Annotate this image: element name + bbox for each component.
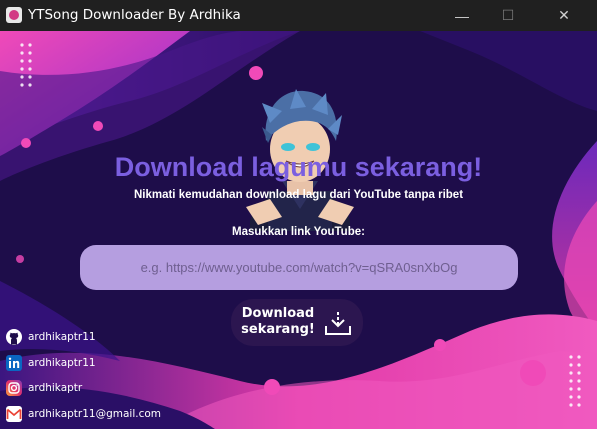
github-handle: ardhikaptr11 xyxy=(28,331,96,343)
linkedin-icon xyxy=(6,355,22,371)
maximize-button[interactable]: ☐ xyxy=(485,0,531,31)
app-window: YTSong Downloader By Ardhika — ☐ ✕ Downl… xyxy=(0,0,597,429)
instagram-handle: ardhikaptr xyxy=(28,382,83,394)
url-input-label: Masukkan link YouTube: xyxy=(232,226,365,238)
gmail-address: ardhikaptr11@gmail.com xyxy=(28,408,162,420)
download-button-label: Download sekarang! xyxy=(241,306,315,337)
github-icon xyxy=(6,329,22,345)
close-button[interactable]: ✕ xyxy=(541,0,587,31)
social-github[interactable]: ardhikaptr11 xyxy=(6,329,96,345)
linkedin-handle: ardhikaptr11 xyxy=(28,357,96,369)
download-icon xyxy=(325,312,351,335)
social-gmail[interactable]: ardhikaptr11@gmail.com xyxy=(6,406,161,422)
window-title: YTSong Downloader By Ardhika xyxy=(28,7,241,23)
social-instagram[interactable]: ardhikaptr xyxy=(6,380,82,396)
download-button[interactable]: Download sekarang! xyxy=(231,299,363,346)
youtube-url-input[interactable] xyxy=(80,245,518,290)
page-heading: Download lagumu sekarang! xyxy=(114,152,483,182)
gmail-icon xyxy=(6,406,22,422)
main-panel: Download lagumu sekarang! Nikmati kemuda… xyxy=(0,31,597,429)
page-subtitle: Nikmati kemudahan download lagu dari You… xyxy=(133,189,464,201)
minimize-button[interactable]: — xyxy=(439,0,485,31)
instagram-icon xyxy=(6,380,22,396)
social-linkedin[interactable]: ardhikaptr11 xyxy=(6,355,96,371)
title-bar[interactable]: YTSong Downloader By Ardhika — ☐ ✕ xyxy=(0,0,597,31)
app-logo-icon xyxy=(6,7,22,23)
